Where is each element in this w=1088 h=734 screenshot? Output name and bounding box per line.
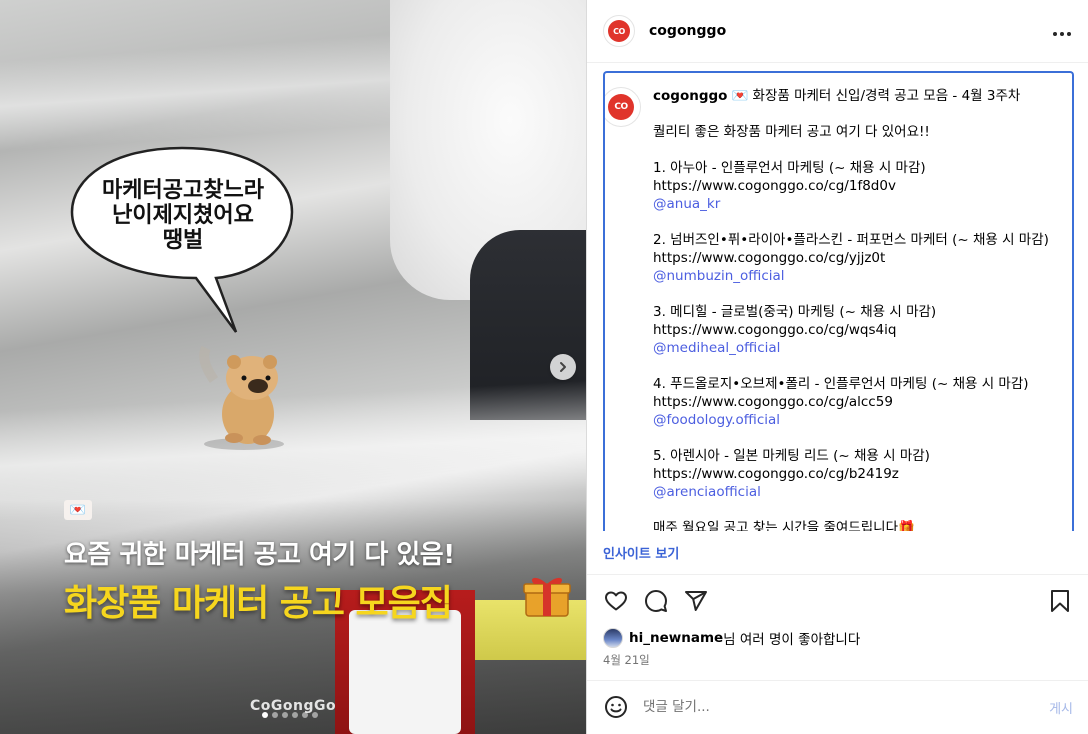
job-title: 1. 아누아 - 인플루언서 마케팅 (~ 채용 시 마감) bbox=[653, 160, 926, 176]
job-title: 2. 넘버즈인•퓌•라이아•플라스킨 - 퍼포먼스 마케터 (~ 채용 시 마감… bbox=[653, 232, 1049, 248]
job-url: https://www.cogonggo.co/cg/yjjz0t bbox=[653, 250, 886, 266]
job-title: 3. 메디힐 - 글로벌(중국) 마케팅 (~ 채용 시 마감) bbox=[653, 304, 937, 320]
comment-icon bbox=[645, 590, 667, 612]
like-button[interactable] bbox=[603, 588, 629, 614]
carousel-dot bbox=[262, 712, 268, 718]
job-handle-link[interactable]: @numbuzin_official bbox=[653, 268, 785, 284]
smiley-icon bbox=[605, 696, 627, 718]
job-title: 4. 푸드올로지•오브제•폴리 - 인플루언서 마케팅 (~ 채용 시 마감) bbox=[653, 376, 1029, 392]
job-handle-link[interactable]: @anua_kr bbox=[653, 196, 720, 212]
send-icon bbox=[685, 591, 707, 611]
job-handle-link[interactable]: @foodology.official bbox=[653, 412, 780, 428]
caption-body: cogonggo 💌 화장품 마케터 신입/경력 공고 모음 - 4월 3주차 퀄… bbox=[653, 87, 1053, 531]
caption-row: CO cogonggo 💌 화장품 마케터 신입/경력 공고 모음 - 4월 3주… bbox=[605, 73, 1072, 531]
comment-input[interactable] bbox=[643, 699, 1023, 715]
caption-scroll-area[interactable]: CO cogonggo 💌 화장품 마케터 신입/경력 공고 모음 - 4월 3주… bbox=[603, 71, 1074, 531]
post-image[interactable]: 마케터공고찾느라 난이제지쳤어요 땡벌 💌 요즘 귀한 마케터 공고 여기 다 … bbox=[0, 0, 586, 734]
next-slide-button[interactable] bbox=[550, 354, 576, 380]
job-title: 5. 아렌시아 - 일본 마케팅 리드 (~ 채용 시 마감) bbox=[653, 448, 930, 464]
caption-title: 💌 화장품 마케터 신입/경력 공고 모음 - 4월 3주차 bbox=[731, 88, 1021, 104]
job-url: https://www.cogonggo.co/cg/b2419z bbox=[653, 466, 899, 482]
action-bar bbox=[603, 588, 1073, 614]
job-url: https://www.cogonggo.co/cg/alcc59 bbox=[653, 394, 893, 410]
caption-intro: 퀄리티 좋은 화장품 마케터 공고 여기 다 있어요!! bbox=[653, 124, 930, 140]
divider bbox=[587, 574, 1088, 575]
carousel-dot bbox=[302, 712, 308, 718]
likes-summary: hi_newname 님 여러 명이 좋아합니다 bbox=[603, 628, 860, 648]
speech-bubble-text: 마케터공고찾느라 난이제지쳤어요 땡벌 bbox=[102, 178, 264, 253]
emoji-picker-button[interactable] bbox=[603, 694, 629, 720]
carousel-dot bbox=[272, 712, 278, 718]
more-icon bbox=[1053, 31, 1071, 36]
avatar-logo: CO bbox=[608, 20, 630, 42]
comment-button[interactable] bbox=[643, 588, 669, 614]
caption-username[interactable]: cogonggo bbox=[653, 88, 727, 104]
profile-avatar[interactable]: CO bbox=[603, 15, 635, 47]
caption-avatar[interactable]: CO bbox=[605, 87, 641, 127]
post-header: CO cogonggo bbox=[587, 0, 1088, 63]
job-handle-link[interactable]: @arenciaofficial bbox=[653, 484, 761, 500]
liker-avatar[interactable] bbox=[603, 628, 623, 648]
comment-composer: 게시 bbox=[603, 692, 1073, 722]
bookmark-icon bbox=[1051, 590, 1069, 612]
gift-icon bbox=[523, 577, 571, 617]
post-date: 4월 21일 bbox=[603, 653, 650, 667]
avatar-logo: CO bbox=[608, 94, 634, 120]
carousel-dot bbox=[282, 712, 288, 718]
save-button[interactable] bbox=[1047, 588, 1073, 614]
carousel-dots bbox=[262, 712, 318, 718]
heart-icon bbox=[605, 591, 627, 611]
image-caption-line1: 요즘 귀한 마케터 공고 여기 다 있음! bbox=[64, 540, 455, 570]
likes-suffix[interactable]: 님 여러 명이 좋아합니다 bbox=[723, 628, 860, 648]
speech-bubble: 마케터공고찾느라 난이제지쳤어요 땡벌 bbox=[68, 142, 296, 333]
more-options-button[interactable] bbox=[1052, 21, 1072, 42]
liker-username[interactable]: hi_newname bbox=[629, 630, 723, 646]
share-button[interactable] bbox=[683, 588, 709, 614]
post-details-pane: CO cogonggo CO cogonggo 💌 화장품 마케터 신입/경력 공… bbox=[586, 0, 1088, 734]
quokka-plush bbox=[199, 345, 284, 450]
job-url: https://www.cogonggo.co/cg/1f8d0v bbox=[653, 178, 896, 194]
envelope-heart-icon: 💌 bbox=[64, 500, 92, 520]
header-username[interactable]: cogonggo bbox=[649, 23, 726, 39]
view-insights-link[interactable]: 인사이트 보기 bbox=[603, 543, 679, 562]
post-comment-button[interactable]: 게시 bbox=[1049, 698, 1073, 717]
caption-footer: 매주 월요일 공고 찾는 시간을 줄여드립니다🎁 bbox=[653, 520, 915, 531]
job-url: https://www.cogonggo.co/cg/wqs4iq bbox=[653, 322, 897, 338]
carousel-dot bbox=[292, 712, 298, 718]
image-caption-line2: 화장품 마케터 공고 모음집 bbox=[64, 583, 453, 624]
divider bbox=[587, 680, 1088, 681]
chevron-right-icon bbox=[560, 362, 566, 372]
job-handle-link[interactable]: @mediheal_official bbox=[653, 340, 780, 356]
carousel-dot bbox=[312, 712, 318, 718]
post-modal: 마케터공고찾느라 난이제지쳤어요 땡벌 💌 요즘 귀한 마케터 공고 여기 다 … bbox=[0, 0, 1088, 734]
